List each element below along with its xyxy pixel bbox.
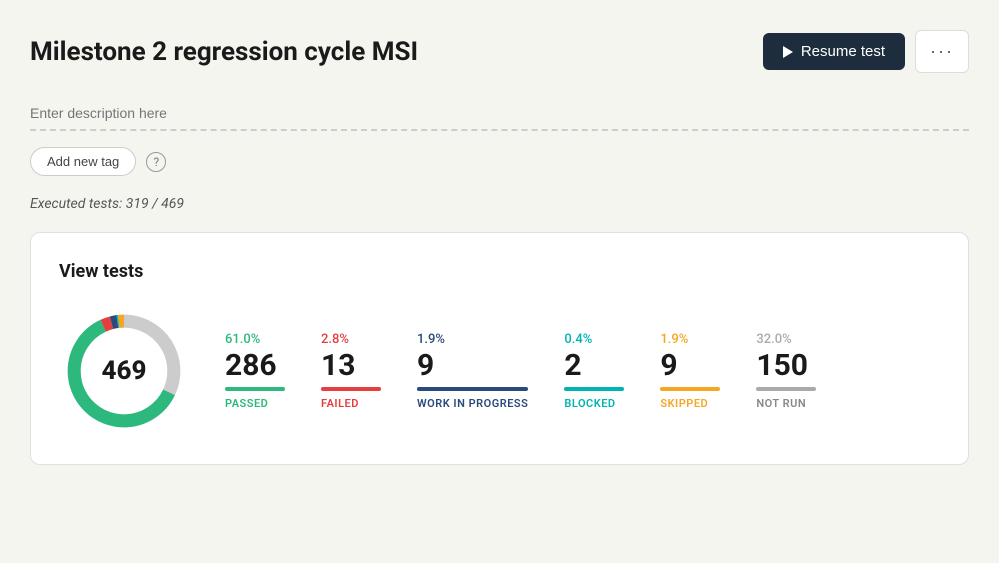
more-options-button[interactable]: ··· [915, 30, 969, 73]
stats-row: 469 61.0% 286 PASSED 2.8% 13 FAILED 1.9% 9 WORK … [59, 306, 940, 436]
stat-item-skipped: 1.9% 9 SKIPPED [660, 332, 720, 410]
stat-percent-not_run: 32.0% [756, 332, 791, 347]
stat-label-skipped: SKIPPED [660, 397, 708, 410]
stat-item-blocked: 0.4% 2 BLOCKED [564, 332, 624, 410]
stat-label-blocked: BLOCKED [564, 397, 615, 410]
stat-count-not_run: 150 [756, 351, 808, 381]
stat-percent-failed: 2.8% [321, 332, 349, 347]
stat-bar-skipped [660, 387, 720, 391]
donut-total: 469 [102, 356, 147, 386]
stat-item-failed: 2.8% 13 FAILED [321, 332, 381, 410]
donut-chart: 469 [59, 306, 189, 436]
stats-items: 61.0% 286 PASSED 2.8% 13 FAILED 1.9% 9 WORK IN P… [225, 332, 940, 410]
stat-count-passed: 286 [225, 351, 277, 381]
page-header: Milestone 2 regression cycle MSI Resume … [30, 30, 969, 73]
stat-count-failed: 13 [321, 351, 355, 381]
stat-bar-blocked [564, 387, 624, 391]
resume-test-button[interactable]: Resume test [763, 33, 905, 70]
stat-label-not_run: NOT RUN [756, 397, 806, 410]
add-tag-button[interactable]: Add new tag [30, 147, 136, 176]
stat-bar-not_run [756, 387, 816, 391]
stat-count-blocked: 2 [564, 351, 581, 381]
stat-label-failed: FAILED [321, 397, 359, 410]
view-tests-card: View tests [30, 232, 969, 465]
stat-label-wip: WORK IN PROGRESS [417, 397, 528, 410]
description-input[interactable] [30, 97, 969, 131]
stat-count-wip: 9 [417, 351, 434, 381]
stat-item-not_run: 32.0% 150 NOT RUN [756, 332, 816, 410]
stat-percent-skipped: 1.9% [660, 332, 688, 347]
stat-bar-wip [417, 387, 528, 391]
stat-count-skipped: 9 [660, 351, 677, 381]
stat-item-wip: 1.9% 9 WORK IN PROGRESS [417, 332, 528, 410]
stat-percent-blocked: 0.4% [564, 332, 592, 347]
view-tests-title: View tests [59, 261, 940, 282]
play-icon [783, 46, 793, 58]
stat-bar-passed [225, 387, 285, 391]
stat-percent-wip: 1.9% [417, 332, 445, 347]
stat-item-passed: 61.0% 286 PASSED [225, 332, 285, 410]
help-icon[interactable]: ? [146, 152, 166, 172]
header-actions: Resume test ··· [763, 30, 969, 73]
page-title: Milestone 2 regression cycle MSI [30, 37, 418, 67]
stat-bar-failed [321, 387, 381, 391]
tags-row: Add new tag ? [30, 147, 969, 176]
stat-label-passed: PASSED [225, 397, 268, 410]
stat-percent-passed: 61.0% [225, 332, 260, 347]
executed-tests-label: Executed tests: 319 / 469 [30, 196, 969, 212]
